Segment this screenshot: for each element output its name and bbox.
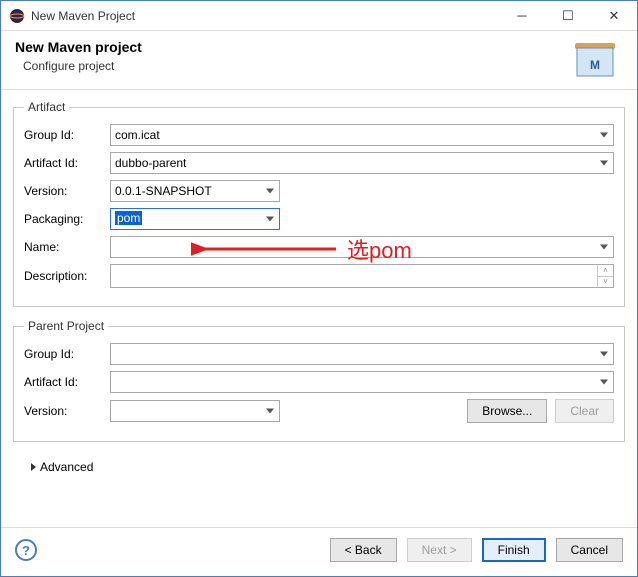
- artifact-id-combo[interactable]: [110, 152, 614, 174]
- description-spinner[interactable]: ˄˅: [597, 265, 613, 287]
- version-label: Version:: [24, 184, 102, 198]
- packaging-combo[interactable]: pom: [110, 208, 280, 230]
- parent-artifact-id-combo[interactable]: [110, 371, 614, 393]
- name-combo[interactable]: [110, 236, 614, 258]
- wizard-header: New Maven project Configure project M: [1, 31, 637, 90]
- help-icon[interactable]: ?: [15, 539, 37, 561]
- parent-legend: Parent Project: [24, 319, 108, 333]
- group-id-combo[interactable]: [110, 124, 614, 146]
- advanced-toggle[interactable]: Advanced: [31, 460, 93, 474]
- parent-version-combo[interactable]: [110, 400, 280, 422]
- description-textarea[interactable]: [110, 264, 614, 288]
- parent-version-label: Version:: [24, 404, 102, 418]
- svg-text:M: M: [590, 58, 600, 72]
- window-title: New Maven Project: [31, 9, 499, 23]
- footer: ? < Back Next > Finish Cancel: [1, 527, 637, 576]
- minimize-button[interactable]: ─: [499, 1, 545, 31]
- close-button[interactable]: ✕: [591, 1, 637, 31]
- parent-group-id-combo[interactable]: [110, 343, 614, 365]
- next-button[interactable]: Next >: [407, 538, 472, 562]
- chevron-right-icon: [31, 463, 36, 471]
- maven-icon: M: [567, 39, 623, 79]
- page-subtitle: Configure project: [15, 59, 567, 73]
- name-label: Name:: [24, 240, 102, 254]
- back-button[interactable]: < Back: [330, 538, 397, 562]
- advanced-label: Advanced: [40, 460, 93, 474]
- eclipse-icon: [9, 8, 25, 24]
- parent-project-group: Parent Project Group Id: Artifact Id: Ve…: [13, 319, 625, 442]
- packaging-label: Packaging:: [24, 212, 102, 226]
- page-title: New Maven project: [15, 39, 567, 55]
- artifact-group: Artifact Group Id: Artifact Id: Version:…: [13, 100, 625, 307]
- artifact-legend: Artifact: [24, 100, 69, 114]
- version-combo[interactable]: [110, 180, 280, 202]
- parent-group-id-label: Group Id:: [24, 347, 102, 361]
- titlebar: New Maven Project ─ ☐ ✕: [1, 1, 637, 31]
- clear-button[interactable]: Clear: [555, 399, 614, 423]
- cancel-button[interactable]: Cancel: [556, 538, 623, 562]
- maximize-button[interactable]: ☐: [545, 1, 591, 31]
- description-label: Description:: [24, 269, 102, 283]
- artifact-id-label: Artifact Id:: [24, 156, 102, 170]
- group-id-label: Group Id:: [24, 128, 102, 142]
- browse-button[interactable]: Browse...: [467, 399, 547, 423]
- finish-button[interactable]: Finish: [482, 538, 546, 562]
- parent-artifact-id-label: Artifact Id:: [24, 375, 102, 389]
